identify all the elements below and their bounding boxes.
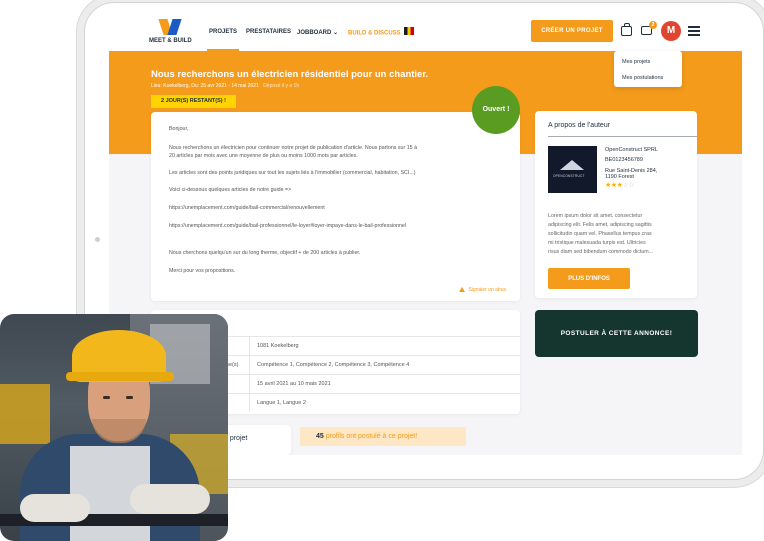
table-cell: 1081 Koekelberg <box>257 343 299 349</box>
project-meta: Lieu: Koekelberg, Du: 25 avr 2021 - 14 m… <box>151 83 299 89</box>
top-navbar: MEET & BUILD PROJETS PRESTATAIRES JOBBOA… <box>109 15 742 51</box>
description-link[interactable]: https://unemplacement.com/guide/bail-com… <box>169 204 325 212</box>
status-badge: Ouvert ! <box>472 86 520 134</box>
tablet-camera <box>95 237 100 242</box>
nav-build-discuss-label: BUILD & DISCUSS <box>348 30 401 37</box>
author-card-title: A propos de l'auteur <box>548 122 611 129</box>
table-cell: Compétence 1, Compétence 2, Compétence 3… <box>257 362 410 368</box>
project-description-card: Bonjour, Nous recherchons un électricien… <box>151 112 520 301</box>
logo-mark-icon <box>158 19 182 37</box>
author-bio-line: sollicitudin quam vel. Phasellus tempus … <box>548 231 652 237</box>
description-line: Nous recherchons un électricien pour con… <box>169 145 418 151</box>
applicants-count: 45 <box>316 433 324 440</box>
description-line: 20 articles par mois avec une moyenne de… <box>169 153 358 159</box>
menu-item-mes-postulations[interactable]: Mes postulations <box>622 75 663 81</box>
house-icon <box>560 160 584 170</box>
more-info-button[interactable]: PLUS D'INFOS <box>548 268 630 289</box>
company-vat: BE0123456789 <box>605 157 643 163</box>
description-line: Merci pour vos propositions. <box>169 268 236 274</box>
table-cell: 15 avril 2021 au 10 mais 2021 <box>257 381 331 387</box>
rating-stars: ★★★☆☆ <box>605 181 634 189</box>
nav-jobboard-label: JOBBOARD <box>297 30 332 36</box>
days-left-badge: 2 JOUR(S) RESTANT(S) ! <box>151 95 236 108</box>
company-address-line: 1190 Forest <box>605 174 634 180</box>
applicants-text: profils ont postulé à ce projet! <box>325 433 418 440</box>
apply-button[interactable]: POSTULER À CETTE ANNONCE! <box>535 310 698 357</box>
nav-projets[interactable]: PROJETS <box>206 29 240 51</box>
menu-item-mes-projets[interactable]: Mes projets <box>622 59 650 65</box>
author-bio-line: Lorem ipsum dolor sit amet, consectetur <box>548 213 643 219</box>
author-card: A propos de l'auteur OPENCONSTRUCT OpenC… <box>535 111 697 298</box>
nav-prestataires[interactable]: PRESTATAIRES <box>246 29 291 35</box>
company-name: OpenConstruct SPRL <box>605 147 658 153</box>
menu-icon[interactable] <box>688 26 700 36</box>
belgium-flag-icon <box>404 27 415 35</box>
author-bio-line: mi tristique malesuada turpis est. Ultri… <box>548 240 646 246</box>
company-logo-text: OPENCONSTRUCT <box>553 174 585 178</box>
briefcase-icon[interactable] <box>621 23 632 36</box>
project-title: Nous recherchons un électricien résident… <box>151 69 429 80</box>
user-dropdown-menu: Mes projets Mes postulations <box>614 51 682 87</box>
logo-text: MEET & BUILD <box>149 38 192 44</box>
nav-build-discuss[interactable]: BUILD & DISCUSS <box>348 27 415 37</box>
company-logo: OPENCONSTRUCT <box>548 146 597 193</box>
report-abuse-label: Signaler un abus <box>468 287 506 293</box>
nav-jobboard[interactable]: JOBBOARD ⌄ <box>297 29 338 36</box>
applicants-banner: 45 profils ont postulé à ce projet! <box>300 427 466 446</box>
table-cell: Langue 1, Langue 2 <box>257 400 306 406</box>
project-location-dates: Lieu: Koekelberg, Du: 25 avr 2021 - 14 m… <box>151 83 259 89</box>
author-bio-line: adipiscing elit. Felis amet, adipiscing … <box>548 222 652 228</box>
description-link[interactable]: https://unemplacement.com/guide/bail-pro… <box>169 222 406 230</box>
description-line: Les articles sont des points juridiques … <box>169 170 416 176</box>
avatar[interactable]: M <box>661 21 681 41</box>
logo[interactable]: MEET & BUILD <box>149 19 195 47</box>
report-abuse-link[interactable]: Signaler un abus <box>459 287 506 293</box>
star-empty-icon: ☆ <box>628 182 634 189</box>
notification-badge: 2 <box>649 21 657 29</box>
chevron-down-icon: ⌄ <box>333 30 339 36</box>
description-line: Voici ci-dessous quelques articles de no… <box>169 187 292 193</box>
description-line: Bonjour, <box>169 126 189 132</box>
warning-icon <box>459 287 466 292</box>
description-line: Nous cherchons quelqu'un sur du long the… <box>169 250 361 256</box>
posted-time: Déposé il y a 1h <box>263 83 300 89</box>
author-bio-line: risus diam sed bibendum commodo dictum..… <box>548 249 654 255</box>
worker-photo <box>0 314 228 541</box>
divider <box>548 136 697 137</box>
create-project-button[interactable]: CRÉER UN PROJET <box>531 20 613 42</box>
